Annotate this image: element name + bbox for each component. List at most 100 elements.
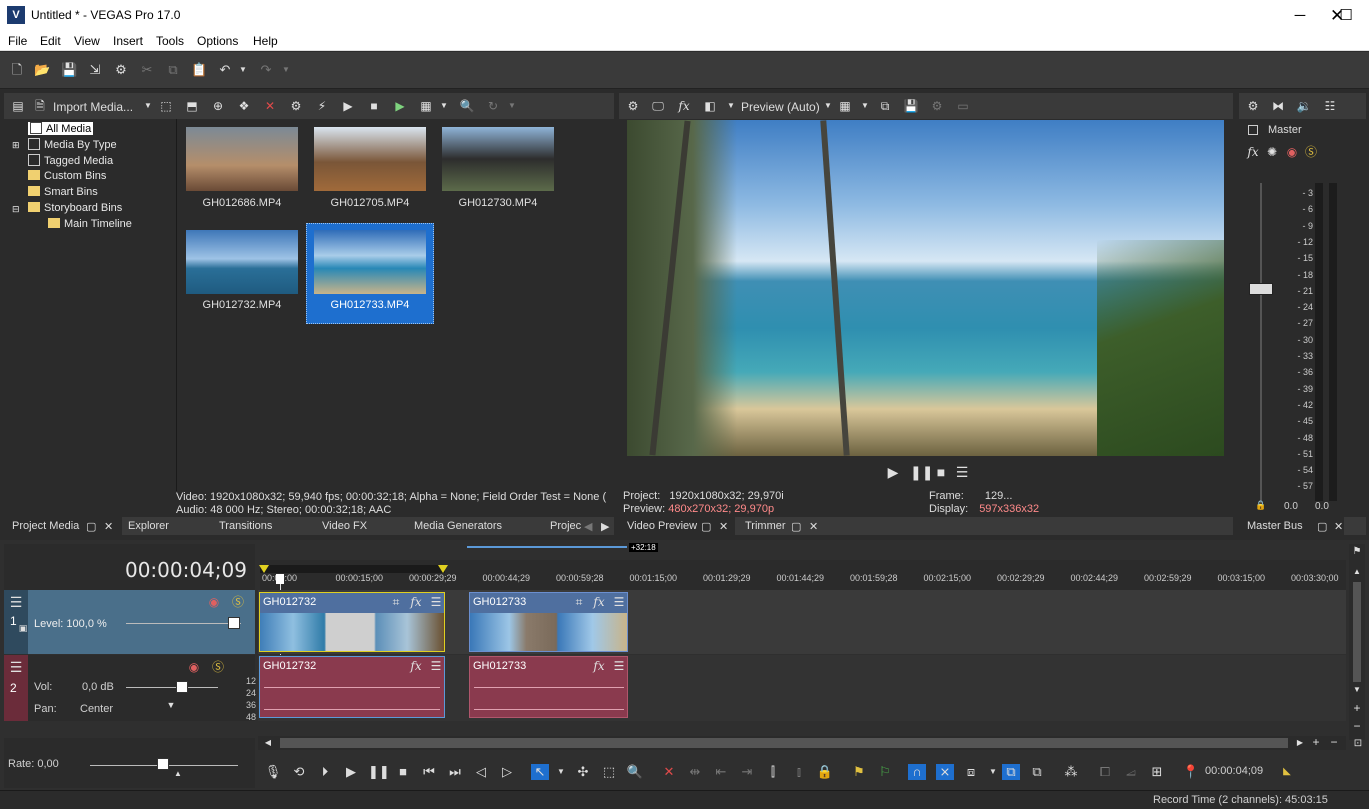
envelope-tool-icon[interactable]: ✣ <box>574 764 592 780</box>
undo-icon[interactable]: ↶ <box>217 62 233 78</box>
zoom-in-icon[interactable]: + <box>1349 700 1365 716</box>
get-media-icon[interactable]: ⬒ <box>184 98 200 114</box>
group-icon[interactable]: ⧠ <box>1096 764 1114 780</box>
tree-smart-bins[interactable]: Smart Bins <box>28 186 98 198</box>
split-screen-icon[interactable]: ◧ <box>702 98 718 114</box>
downmix-icon[interactable]: ⧓ <box>1270 98 1286 114</box>
menu-edit[interactable]: Edit <box>40 34 61 48</box>
selection-tool-icon[interactable]: ⬚ <box>600 764 618 780</box>
zoom-fit-icon[interactable]: ⊡ <box>1350 736 1366 752</box>
tab-close-icon[interactable]: ✕ <box>1334 520 1343 533</box>
media-generator-icon[interactable]: ⚡ <box>314 98 330 114</box>
tree-media-by-type[interactable]: Media By Type <box>28 138 117 151</box>
tree-storyboard-bins[interactable]: Storyboard Bins <box>28 202 122 214</box>
preview-quality[interactable]: Preview (Auto) <box>741 100 820 114</box>
ungroup-icon[interactable]: ⧡ <box>1122 764 1140 780</box>
auto-preview-icon[interactable]: ▶ <box>392 98 408 114</box>
clip-menu-icon[interactable]: ☰ <box>611 658 627 674</box>
tab-explorer[interactable]: Explorer <box>128 520 169 532</box>
scroll-right-icon[interactable]: ▶ <box>1292 735 1308 751</box>
rate-slider-handle[interactable] <box>157 758 169 770</box>
remove-icon[interactable]: ✕ <box>262 98 278 114</box>
copy-snapshot-icon[interactable]: ⧉ <box>877 98 893 114</box>
tab-float-icon[interactable]: ▢ <box>86 520 96 533</box>
render-icon[interactable]: ⇲ <box>87 62 103 78</box>
mixer-settings-icon[interactable]: ⚙ <box>1245 98 1261 114</box>
lock-icon[interactable]: 🔒 <box>1253 497 1269 513</box>
search-icon[interactable]: 🔍 <box>459 98 475 114</box>
open-icon[interactable]: 📂 <box>34 62 50 78</box>
edit-tool-dropdown-icon[interactable]: ▼ <box>552 764 570 780</box>
refresh-icon[interactable]: ↻ <box>485 98 501 114</box>
media-thumb[interactable] <box>186 230 298 294</box>
media-fx-icon[interactable]: ❖ <box>236 98 252 114</box>
event-fx-icon[interactable]: ⁂ <box>1062 764 1080 780</box>
tab-close-icon[interactable]: ✕ <box>809 520 818 533</box>
settings-icon[interactable]: ⚙ <box>113 62 129 78</box>
save-snapshot-icon[interactable]: 💾 <box>903 98 919 114</box>
tab-float-icon[interactable]: ▢ <box>1317 520 1327 533</box>
copy-icon[interactable]: ⧉ <box>165 62 181 78</box>
close-icon[interactable]: ✕ <box>1330 6 1344 26</box>
menu-file[interactable]: File <box>8 34 27 48</box>
clip-menu-icon[interactable]: ☰ <box>428 658 444 674</box>
crop-icon[interactable]: ⌗ <box>571 594 587 610</box>
lock-envelopes-icon[interactable]: ⧉ <box>1002 764 1020 780</box>
loop-region-bar[interactable] <box>467 546 627 548</box>
clip-fx-icon[interactable]: fx <box>591 594 607 610</box>
tab-close-icon[interactable]: ✕ <box>104 520 113 533</box>
tab-float-icon[interactable]: ▢ <box>791 520 801 533</box>
delete-icon[interactable]: ✕ <box>660 764 678 780</box>
unsplit-icon[interactable]: ⫾ <box>790 764 808 780</box>
play-from-start-icon[interactable]: ⏵ <box>316 764 334 780</box>
fx-icon[interactable]: fx <box>676 98 692 114</box>
master-automation-icon[interactable]: ✺ <box>1264 144 1280 160</box>
vol-slider-handle[interactable] <box>176 681 188 693</box>
view-icon[interactable]: ▦ <box>418 98 434 114</box>
trim-start-icon[interactable]: ⇤ <box>712 764 730 780</box>
media-properties-icon[interactable]: ⚙ <box>288 98 304 114</box>
tab-scroll-right-icon[interactable]: ▶ <box>601 520 609 533</box>
tree-collapse-icon[interactable]: ⊟ <box>12 204 20 215</box>
tab-master-bus[interactable]: Master Bus <box>1247 520 1303 532</box>
record-icon[interactable]: 🎙 <box>264 764 282 780</box>
gpu-icon[interactable]: ⚙ <box>929 98 945 114</box>
redo-icon[interactable]: ↷ <box>258 62 274 78</box>
marker-tool-icon[interactable]: ⚑ <box>850 764 868 780</box>
menu-options[interactable]: Options <box>197 34 238 48</box>
crop-icon[interactable]: ⌗ <box>388 594 404 610</box>
tab-project-notes[interactable]: Projec <box>550 520 581 532</box>
level-slider-handle[interactable] <box>228 617 240 629</box>
pan-handle-icon[interactable]: ▼ <box>163 697 179 713</box>
loop-icon[interactable]: ⟲ <box>290 764 308 780</box>
trim-end-icon[interactable]: ⇥ <box>738 764 756 780</box>
scroll-up-icon[interactable]: ▲ <box>1349 564 1365 580</box>
track-solo-icon[interactable]: Ⓢ <box>210 659 226 675</box>
stop-icon[interactable]: ■ <box>366 98 382 114</box>
track-menu-icon[interactable]: ☰ <box>8 659 24 675</box>
snapping-icon[interactable]: ∩ <box>908 764 926 780</box>
split-dropdown-icon[interactable]: ▼ <box>723 98 739 114</box>
video-clip[interactable]: GH012733 ⌗ fx ☰ <box>469 592 628 652</box>
audio-track-header[interactable]: ☰ 2 ◉ Ⓢ Vol: 0,0 dB Pan: Center ▼ 12 24 … <box>4 655 256 722</box>
play-icon[interactable]: ▶ <box>340 98 356 114</box>
undo-dropdown-icon[interactable]: ▼ <box>235 62 251 78</box>
split-icon[interactable]: ⫿ <box>764 764 782 780</box>
quality-dropdown-icon[interactable]: ▼ <box>820 98 836 114</box>
import-media-icon[interactable]: 🗎 <box>32 98 48 114</box>
scroll-left-icon[interactable]: ◀ <box>260 735 276 751</box>
menu-insert[interactable]: Insert <box>113 34 143 48</box>
prev-frame-icon[interactable]: ◁ <box>472 764 490 780</box>
clip-fx-icon[interactable]: fx <box>591 658 607 674</box>
import-media-label[interactable]: Import Media... <box>53 100 133 114</box>
video-track-header[interactable]: ☰ 1 ▣ ◉ Ⓢ Level: 100,0 % <box>4 590 255 654</box>
overlays-icon[interactable]: ▦ <box>837 98 853 114</box>
play-icon[interactable]: ▶ <box>342 764 360 780</box>
tab-media-generators[interactable]: Media Generators <box>414 520 502 532</box>
add-track-icon[interactable]: ⊞ <box>1148 764 1166 780</box>
display-icon[interactable]: ▭ <box>955 98 971 114</box>
web-media-icon[interactable]: ⊕ <box>210 98 226 114</box>
track-menu-icon[interactable]: ☰ <box>8 594 24 610</box>
pause-icon[interactable]: ❚❚ <box>368 764 390 780</box>
rate-center-icon[interactable]: ▲ <box>170 766 186 782</box>
